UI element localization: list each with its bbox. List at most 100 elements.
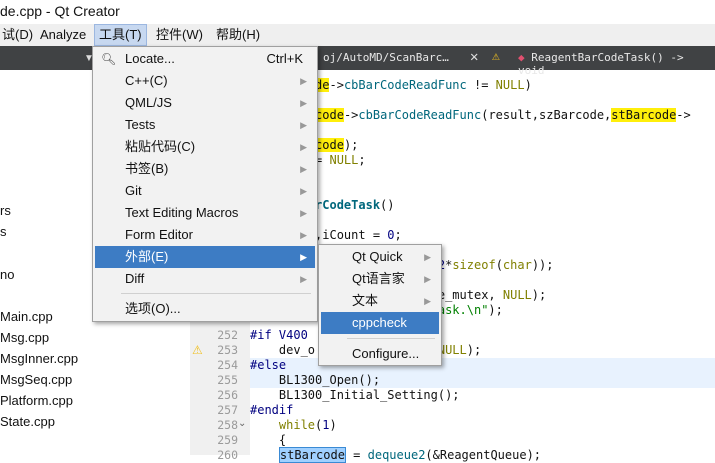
line-number: 258: [217, 418, 238, 432]
fold-marker-icon[interactable]: ⌄: [238, 418, 246, 429]
line-number: 257: [217, 403, 238, 417]
tools-menu-item-label: Text Editing Macros: [125, 205, 239, 220]
tools-menu: 🔍︎ Locate... Ctrl+K C++(C) ▶ QML/JS ▶ Tests ▶ 粘贴代…: [92, 46, 318, 322]
code-line[interactable]: esult = 0,iCount = 0;: [250, 228, 715, 243]
chevron-right-icon: ▶: [300, 252, 307, 262]
tools-menu-item-label: QML/JS: [125, 95, 172, 110]
chevron-right-icon: ▶: [300, 98, 307, 108]
chevron-right-icon: ▶: [300, 186, 307, 196]
menu-analyze[interactable]: Analyze: [36, 24, 90, 46]
chevron-right-icon: ▶: [300, 164, 307, 174]
menu-separator: [121, 293, 311, 294]
chevron-right-icon: ▶: [300, 76, 307, 86]
tools-menu-item[interactable]: 🔍︎ Locate... Ctrl+K: [95, 48, 315, 70]
code-line[interactable]: [250, 123, 715, 138]
chevron-right-icon: ▶: [300, 230, 307, 240]
tools-menu-item[interactable]: Text Editing Macros ▶: [95, 202, 315, 224]
line-number: 254: [217, 358, 238, 372]
menu-controls[interactable]: 控件(W): [152, 24, 207, 46]
tree-item[interactable]: Msg.cpp: [0, 327, 49, 348]
chevron-right-icon: ▶: [300, 142, 307, 152]
external-submenu-item[interactable]: Configure...: [321, 343, 439, 365]
tree-item[interactable]: s: [0, 221, 7, 242]
line-number: 260: [217, 448, 238, 462]
menu-debug[interactable]: 试(D): [0, 24, 37, 46]
code-line[interactable]: [250, 93, 715, 108]
external-submenu-item[interactable]: Qt语言家 ▶: [321, 268, 439, 290]
tools-menu-item-label: Locate...: [125, 51, 175, 66]
external-submenu-item-label: cppcheck: [352, 315, 407, 330]
tools-menu-item-label: Git: [125, 183, 142, 198]
warning-icon: ⚠: [192, 343, 203, 357]
function-icon: ◆: [518, 51, 525, 64]
warning-icon: ⚠: [492, 49, 500, 64]
code-line[interactable]: stBarcode = dequeue2(&ReagentQueue);: [250, 447, 715, 463]
code-line[interactable]: [250, 168, 715, 183]
code-line[interactable]: f(stBarcode->cbBarCodeReadFunc != NULL): [250, 78, 715, 93]
code-line[interactable]: ReagentBarCodeTask(): [250, 198, 715, 213]
file-path-combo[interactable]: oj/AutoMD/ScanBarc…: [323, 51, 449, 64]
tools-menu-item-label: 外部(E): [125, 249, 169, 264]
menu-separator: [347, 338, 435, 339]
menu-bar: 试(D) Analyze 工具(T) 控件(W) 帮助(H): [0, 24, 715, 47]
line-number: 252: [217, 328, 238, 342]
code-line[interactable]: tBarcode = NULL;: [250, 153, 715, 168]
shortcut-label: Ctrl+K: [266, 51, 303, 66]
title-bar: de.cpp - Qt Creator: [0, 0, 715, 24]
code-line[interactable]: [250, 213, 715, 228]
tools-menu-item[interactable]: C++(C) ▶: [95, 70, 315, 92]
tools-menu-item[interactable]: 外部(E) ▶: [95, 246, 315, 268]
tools-menu-item-label: 书签(B): [125, 161, 169, 176]
line-number: 255: [217, 373, 238, 387]
tree-item[interactable]: rs: [0, 200, 11, 221]
external-submenu-item-label: Qt语言家: [352, 271, 405, 286]
external-submenu-item-label: Qt Quick: [352, 249, 403, 264]
tree-item[interactable]: MsgInner.cpp: [0, 348, 78, 369]
tools-menu-item[interactable]: 书签(B) ▶: [95, 158, 315, 180]
external-submenu: Qt Quick ▶ Qt语言家 ▶ 文本 ▶ cppcheck Configure...: [318, 244, 442, 366]
tree-item[interactable]: Platform.cpp: [0, 390, 73, 411]
tree-item[interactable]: no: [0, 264, 14, 285]
chevron-right-icon: ▶: [300, 274, 307, 284]
external-submenu-item-label: 文本: [352, 293, 379, 308]
external-submenu-item-label: Configure...: [352, 346, 420, 361]
chevron-right-icon: ▶: [300, 120, 307, 130]
window-title: de.cpp - Qt Creator: [0, 3, 120, 19]
chevron-right-icon: ▶: [424, 274, 431, 284]
code-line[interactable]: stBarcode->cbBarCodeReadFunc(result,szBa…: [250, 108, 715, 123]
tools-menu-item-label: Diff: [125, 271, 145, 286]
tools-menu-item[interactable]: Tests ▶: [95, 114, 315, 136]
menu-tools[interactable]: 工具(T): [94, 24, 147, 46]
line-number: 256: [217, 388, 238, 402]
tools-menu-item[interactable]: 粘贴代码(C) ▶: [95, 136, 315, 158]
chevron-right-icon: ▶: [300, 208, 307, 218]
chevron-right-icon: ▶: [424, 252, 431, 262]
tools-menu-item[interactable]: Diff ▶: [95, 268, 315, 290]
tools-menu-item[interactable]: QML/JS ▶: [95, 92, 315, 114]
tools-menu-item-label: Tests: [125, 117, 156, 132]
external-submenu-item[interactable]: Qt Quick ▶: [321, 246, 439, 268]
code-line[interactable]: {: [250, 433, 715, 448]
tree-item[interactable]: State.cpp: [0, 411, 55, 432]
menu-help[interactable]: 帮助(H): [212, 24, 264, 46]
code-line[interactable]: BL1300_Initial_Setting();: [250, 388, 715, 403]
chevron-right-icon: ▶: [424, 296, 431, 306]
tools-menu-item-label: C++(C): [125, 73, 168, 88]
tools-menu-item[interactable]: 选项(O)...: [95, 298, 315, 320]
tools-menu-item-label: Form Editor: [125, 227, 193, 242]
tools-menu-item[interactable]: Git ▶: [95, 180, 315, 202]
search-icon: 🔍︎: [101, 52, 117, 66]
code-line[interactable]: ree(stBarcode);: [250, 138, 715, 153]
code-line[interactable]: #endif: [250, 403, 715, 418]
code-line[interactable]: while(1): [250, 418, 715, 433]
tree-item[interactable]: Main.cpp: [0, 306, 53, 327]
close-icon[interactable]: ✕: [470, 49, 478, 65]
tree-item[interactable]: MsgSeq.cpp: [0, 369, 72, 390]
line-number: 259: [217, 433, 238, 447]
tools-menu-item[interactable]: Form Editor ▶: [95, 224, 315, 246]
external-submenu-item[interactable]: 文本 ▶: [321, 290, 439, 312]
code-line[interactable]: BL1300_Open();: [250, 373, 715, 388]
tools-menu-item-label: 粘贴代码(C): [125, 139, 196, 154]
external-submenu-item[interactable]: cppcheck: [321, 312, 439, 334]
code-line[interactable]: [250, 183, 715, 198]
